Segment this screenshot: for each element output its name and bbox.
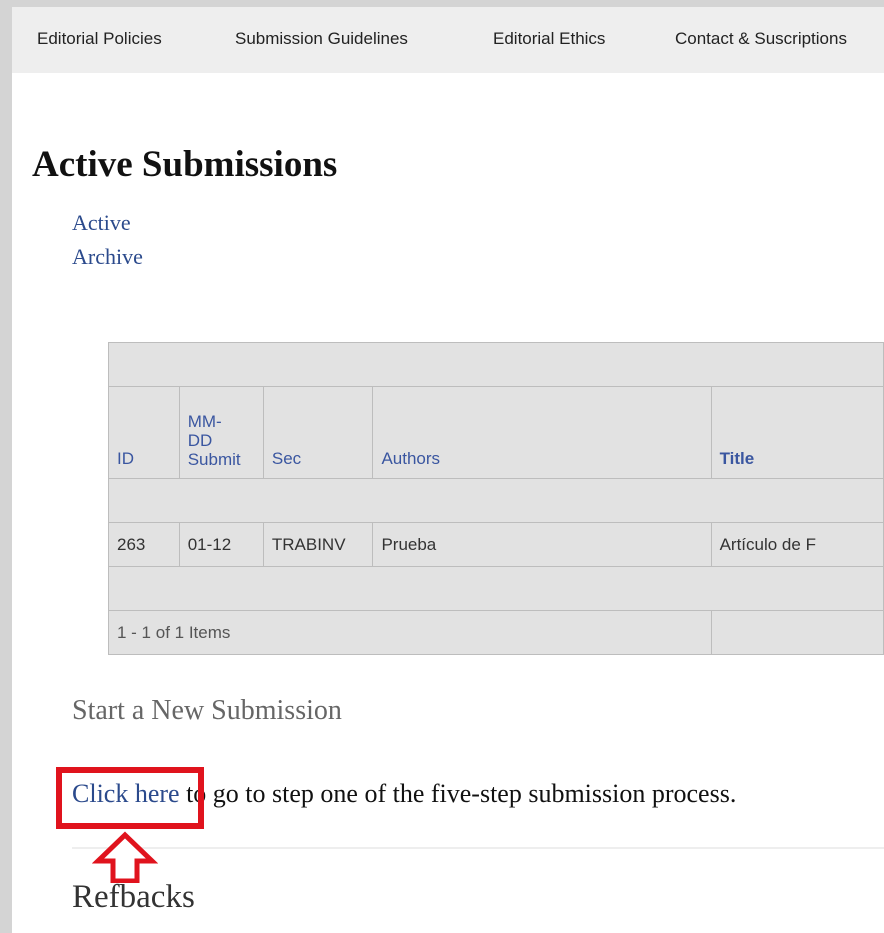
col-header-id: ID (108, 386, 180, 479)
cell-authors: Prueba (372, 522, 712, 567)
top-navigation: Editorial Policies Submission Guidelines… (12, 7, 884, 73)
nav-submission-guidelines[interactable]: Submission Guidelines (235, 29, 408, 49)
cell-id: 263 (108, 522, 180, 567)
page: Editorial Policies Submission Guidelines… (12, 7, 884, 933)
table-spacer-row (108, 566, 884, 611)
pagination-info: 1 - 1 of 1 Items (108, 610, 712, 655)
table-row: 263 01-12 TRABINV Prueba Artículo de F (108, 522, 884, 567)
section-divider (72, 847, 884, 849)
page-title: Active Submissions (32, 144, 338, 185)
col-header-authors: Authors (372, 386, 712, 479)
cell-sec: TRABINV (262, 522, 374, 567)
table-spacer-row (108, 478, 884, 523)
col-header-title[interactable]: Title (710, 386, 884, 479)
highlight-box (56, 767, 204, 829)
refbacks-heading: Refbacks (72, 879, 195, 915)
nav-contact-suscriptions[interactable]: Contact & Suscriptions (675, 29, 847, 49)
table-top-row (108, 342, 884, 387)
archive-link[interactable]: Archive (72, 244, 143, 270)
nav-editorial-ethics[interactable]: Editorial Ethics (493, 29, 605, 49)
col-header-sec: Sec (262, 386, 374, 479)
table-header-row: ID MM- DD Submit Sec Authors Title (108, 386, 884, 479)
date-header-line1: MM- (187, 412, 222, 431)
cell-date: 01-12 (178, 522, 264, 567)
active-link[interactable]: Active (72, 210, 131, 236)
date-header-line2: DD (187, 431, 213, 450)
up-arrow-icon (92, 831, 158, 883)
table-footer-row: 1 - 1 of 1 Items (108, 610, 884, 655)
submissions-table: ID MM- DD Submit Sec Authors Title 263 0… (108, 342, 884, 655)
nav-editorial-policies[interactable]: Editorial Policies (37, 29, 162, 49)
submissions-table-wrapper: ID MM- DD Submit Sec Authors Title 263 0… (108, 342, 884, 664)
cell-title-link[interactable]: Artículo de F (710, 522, 884, 567)
col-header-date: MM- DD Submit (178, 386, 264, 479)
new-submission-text: to go to step one of the five-step submi… (186, 779, 737, 808)
new-submission-heading: Start a New Submission (72, 695, 342, 726)
date-header-line3: Submit (187, 450, 241, 469)
